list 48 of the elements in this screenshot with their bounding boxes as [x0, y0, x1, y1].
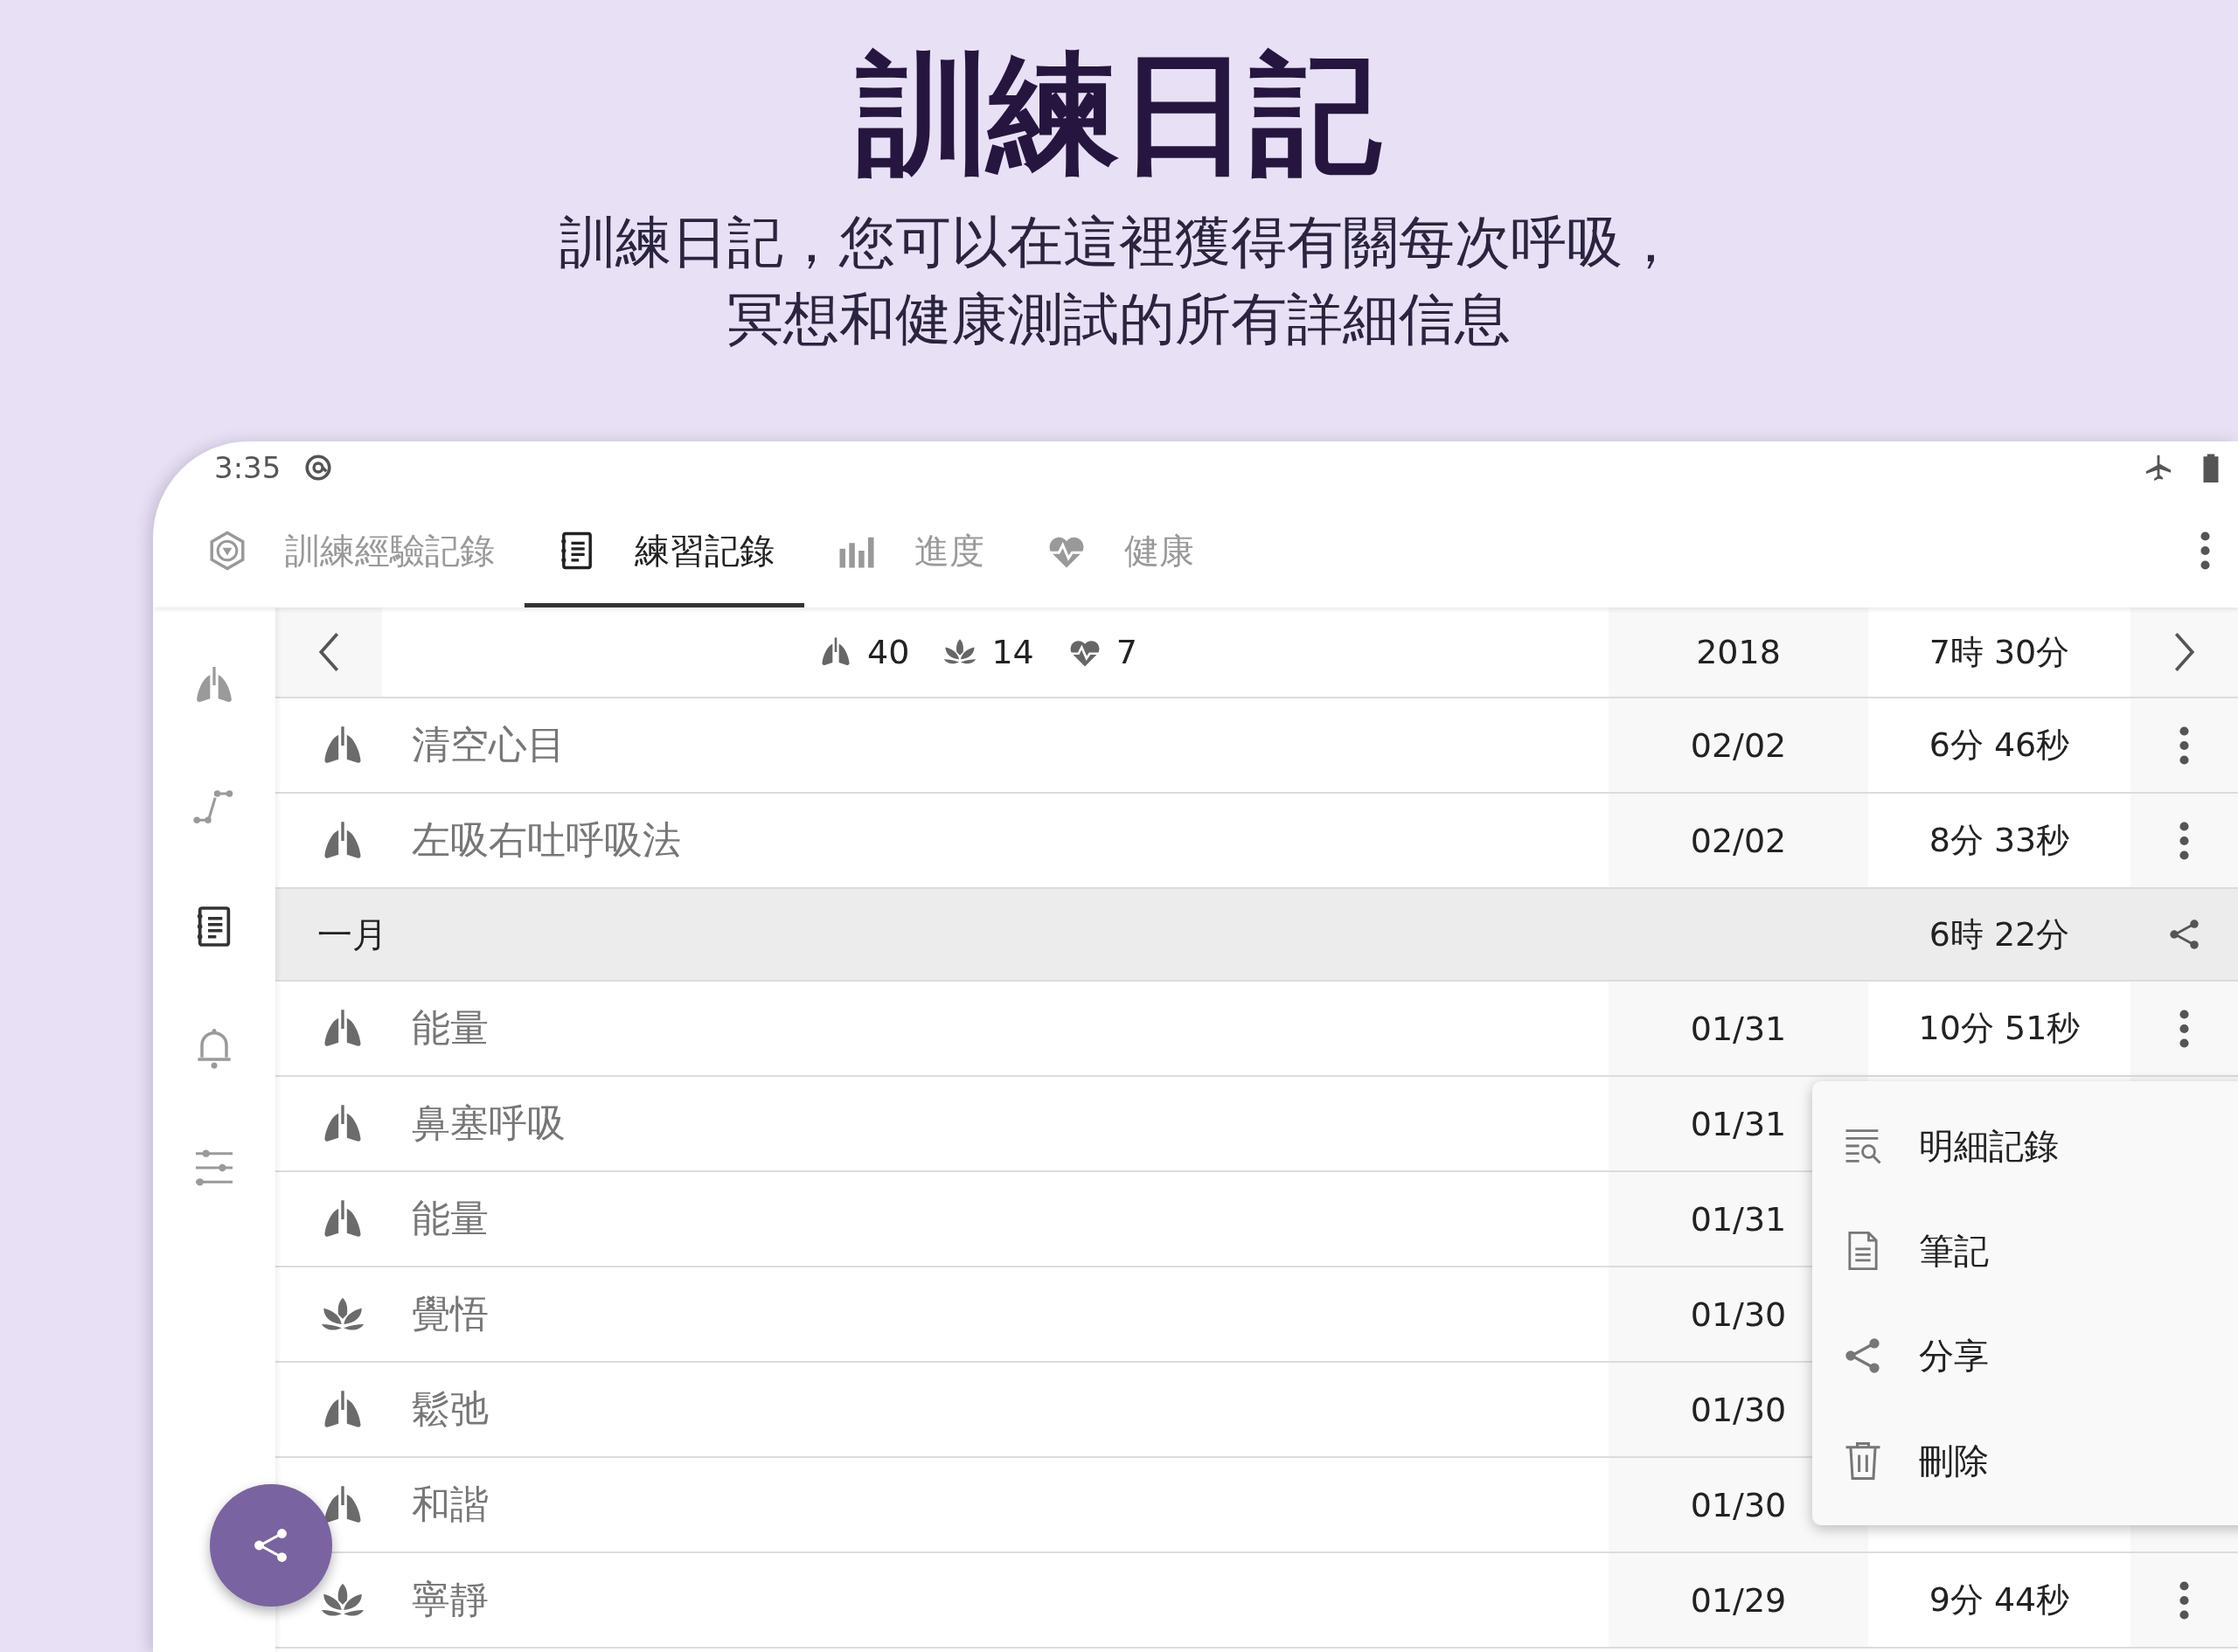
session-duration: 9分 44秒	[1929, 1579, 2070, 1621]
menu-item[interactable]: 筆記	[1812, 1198, 2238, 1303]
menu-item[interactable]: 刪除	[1812, 1408, 2238, 1513]
airplane-icon	[2144, 453, 2173, 482]
at-circle-icon	[303, 453, 334, 482]
session-name: 鼻塞呼吸	[412, 1100, 566, 1147]
session-date: 02/02	[1690, 821, 1787, 860]
subtitle-line: 訓練日記，您可以在這裡獲得有關每次呼吸，	[560, 209, 1678, 276]
session-duration: 6分 46秒	[1929, 725, 2070, 766]
menu-item[interactable]: 明細記錄	[1812, 1093, 2238, 1198]
session-date: 01/30	[1690, 1295, 1787, 1334]
session-name: 覺悟	[412, 1290, 489, 1337]
session-date: 02/02	[1690, 725, 1787, 765]
kebab-menu-icon	[2200, 531, 2210, 570]
chevron-right-icon	[2174, 632, 2194, 672]
count-label: 40	[867, 633, 910, 671]
page-title: 訓練日記	[857, 48, 1381, 179]
session-date: 01/31	[1690, 1199, 1787, 1239]
session-date: 01/30	[1690, 1485, 1787, 1524]
session-duration: 10分 51秒	[1918, 1008, 2081, 1049]
chevron-left-icon	[318, 632, 339, 672]
total-duration: 7時 30分	[1929, 631, 2070, 673]
month-label: 一月	[317, 913, 387, 956]
kebab-menu-icon	[2179, 821, 2189, 860]
session-name: 左吸右吐呼吸法	[412, 816, 681, 864]
status-time: 3:35	[214, 450, 281, 485]
subtitle-line: 冥想和健康測試的所有詳細信息	[727, 286, 1511, 353]
kebab-menu-icon	[2179, 725, 2189, 765]
session-date: 01/29	[1690, 1580, 1787, 1620]
session-duration: 8分 33秒	[1929, 820, 2070, 861]
session-date: 01/31	[1690, 1009, 1787, 1048]
session-date: 01/31	[1690, 1104, 1787, 1143]
count-label: 14	[991, 633, 1034, 671]
year-label: 2018	[1696, 633, 1781, 671]
session-name: 能量	[412, 1195, 489, 1242]
count-label: 7	[1116, 633, 1137, 671]
session-name: 和諧	[412, 1481, 489, 1528]
session-name: 寧靜	[412, 1576, 489, 1623]
session-date: 01/30	[1690, 1390, 1787, 1429]
session-name: 能量	[412, 1004, 489, 1052]
share-fab-button[interactable]	[210, 1484, 332, 1607]
month-duration: 6時 22分	[1929, 913, 2070, 955]
session-name: 清空心目	[412, 721, 566, 768]
session-name: 鬆弛	[412, 1385, 489, 1433]
menu-item[interactable]: 分享	[1812, 1303, 2238, 1408]
tab[interactable]: 練習記錄	[525, 494, 804, 607]
kebab-menu-icon	[2179, 1580, 2189, 1620]
kebab-menu-icon	[2179, 1009, 2189, 1048]
